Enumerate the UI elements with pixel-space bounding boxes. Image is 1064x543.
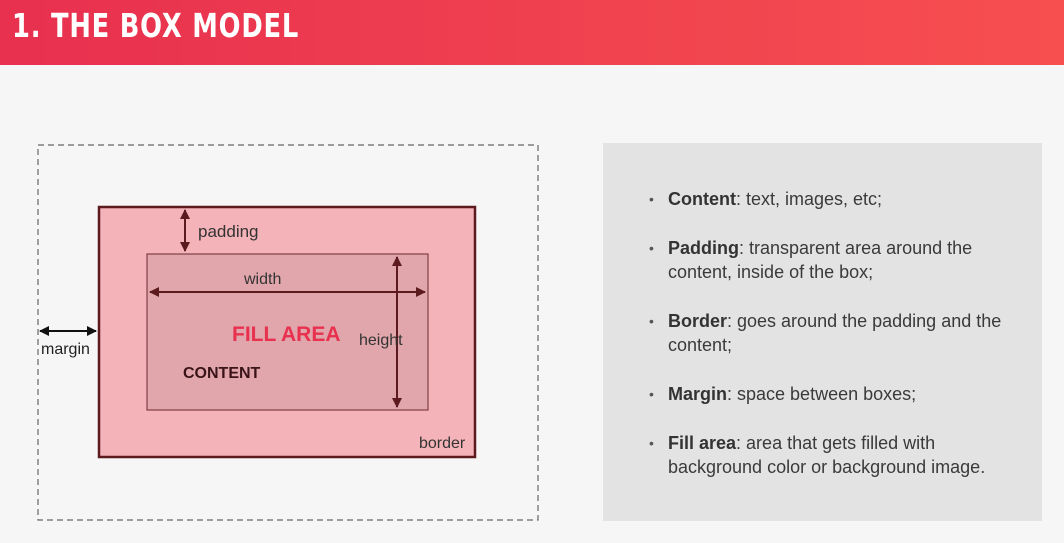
definitions-list: Content: text, images, etc; Padding: tra… <box>649 187 1029 504</box>
width-label: width <box>243 271 281 288</box>
definition-margin: Margin: space between boxes; <box>649 382 1029 406</box>
height-label: height <box>359 332 403 349</box>
definition-padding: Padding: transparent area around the con… <box>649 236 1029 284</box>
padding-label: padding <box>198 222 259 241</box>
term-label: Padding <box>668 238 739 258</box>
definition-content: Content: text, images, etc; <box>649 187 1029 211</box>
fill-area-label: FILL AREA <box>232 323 341 346</box>
content-label: CONTENT <box>183 365 261 382</box>
term-label: Fill area <box>668 433 737 453</box>
term-label: Content <box>668 189 736 209</box>
slide: 1. THE BOX MODEL padding width height FI… <box>0 0 1064 543</box>
margin-label: margin <box>41 341 90 358</box>
border-label: border <box>419 435 466 452</box>
definition-text: : text, images, etc; <box>735 189 883 209</box>
definition-fill-area: Fill area: area that gets filled with ba… <box>649 431 1029 479</box>
term-label: Border <box>668 311 728 331</box>
definition-border: Border: goes around the padding and the … <box>649 309 1029 357</box>
box-model-diagram: padding width height FILL AREA CONTENT m… <box>37 144 539 521</box>
term-label: Margin <box>668 384 728 404</box>
definition-text: : space between boxes; <box>727 384 917 404</box>
definitions-panel: Content: text, images, etc; Padding: tra… <box>603 143 1042 521</box>
